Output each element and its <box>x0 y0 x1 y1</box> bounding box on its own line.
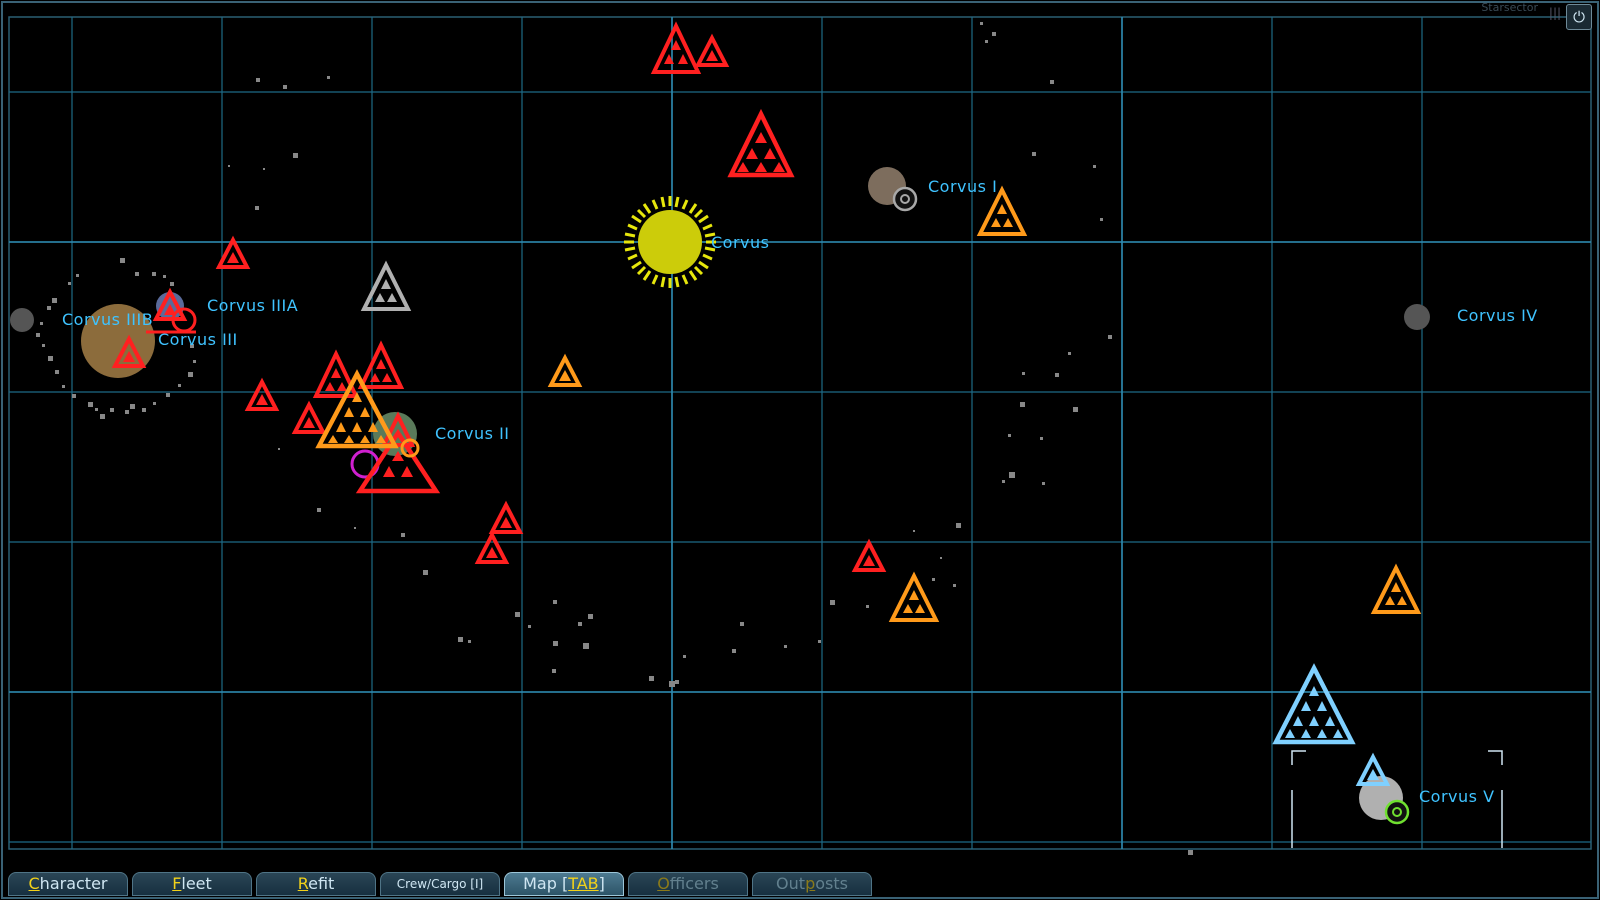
tab-bar: Character Fleet Refit Crew/Cargo [I] Map [TA… <box>8 872 872 898</box>
map-grid <box>9 17 1591 849</box>
fleet-player-icon <box>1272 663 1391 786</box>
tab-1[interactable]: Fleet <box>132 872 252 896</box>
tab-hotkey: R <box>297 874 309 893</box>
asteroid-belt <box>36 22 1193 855</box>
tab-hotkey: TAB <box>568 874 599 893</box>
tab-hotkey: O <box>657 874 670 893</box>
planet-corvus-iv <box>1404 304 1430 330</box>
window-title: Starsector <box>1481 1 1538 14</box>
tab-3[interactable]: Crew/Cargo [I] <box>380 872 500 896</box>
tab-hotkey: C <box>28 874 40 893</box>
planet-label-corvus-i[interactable]: Corvus I <box>928 177 997 196</box>
tab-label-pre: Out <box>776 874 806 893</box>
tab-label-pre: Crew/Cargo [I] <box>396 877 484 891</box>
fleet-gray-icon <box>360 260 412 311</box>
planet-label-corvus-iv[interactable]: Corvus IV <box>1457 306 1538 325</box>
star-label[interactable]: Corvus <box>711 233 769 252</box>
planet-label-corvus-iiib[interactable]: Corvus IIIB <box>62 310 153 329</box>
tab-4[interactable]: Map [TAB] <box>504 872 624 896</box>
tab-0[interactable]: Character <box>8 872 128 896</box>
tab-hotkey: p <box>805 874 816 893</box>
system-map[interactable]: Corvus Corvus I Corvus IIIA Corvus IIIB … <box>0 0 1600 900</box>
tab-label-post: efit <box>308 874 335 893</box>
planet-label-corvus-iiia[interactable]: Corvus IIIA <box>207 296 298 315</box>
tab-5[interactable]: Officers <box>628 872 748 896</box>
tab-label-post: leet <box>181 874 212 893</box>
planet-label-corvus-iii[interactable]: Corvus III <box>158 330 238 349</box>
tab-2[interactable]: Refit <box>256 872 376 896</box>
tab-label-post: fficers <box>669 874 719 893</box>
tab-6[interactable]: Outposts <box>752 872 872 896</box>
tab-label-post: osts <box>815 874 848 893</box>
tab-label-pre: Map [ <box>523 874 569 893</box>
menu-icon[interactable]: ||| <box>1546 4 1564 22</box>
tab-label-post: haracter <box>39 874 108 893</box>
power-icon[interactable]: ⏻ <box>1566 4 1592 30</box>
tab-hotkey: F <box>172 874 182 893</box>
fleets-neutral <box>315 185 1422 622</box>
planet-corvus-i <box>868 167 918 212</box>
planet-label-corvus-v[interactable]: Corvus V <box>1419 787 1495 806</box>
tab-label-post: ] <box>598 874 605 893</box>
planet-label-corvus-ii[interactable]: Corvus II <box>435 424 510 443</box>
